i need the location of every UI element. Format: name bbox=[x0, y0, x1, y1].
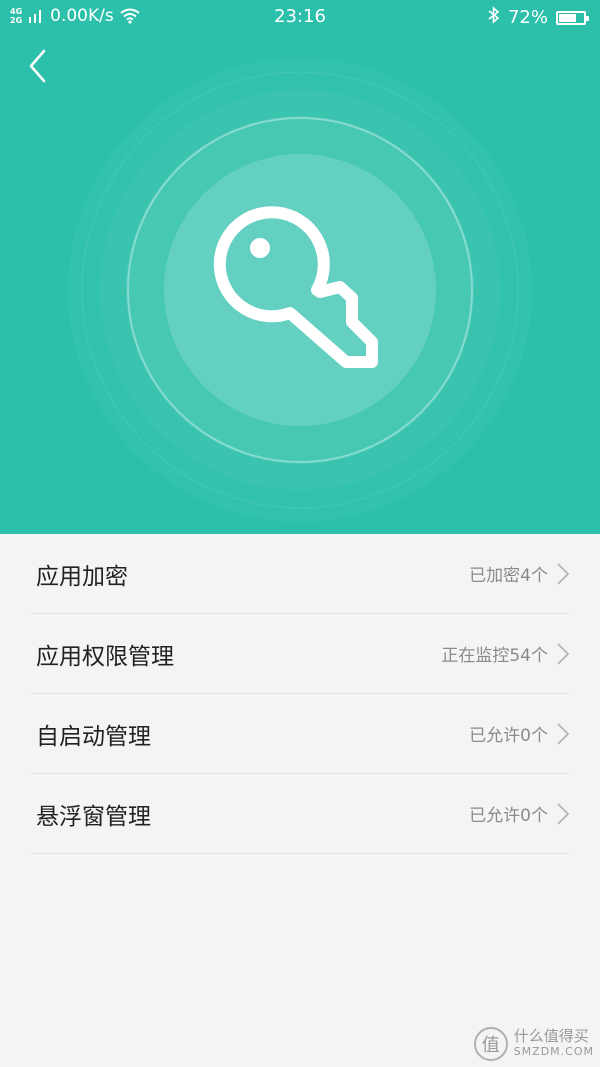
watermark: 值 什么值得买 SMZDM.COM bbox=[473, 1027, 594, 1061]
list-item-app-permissions[interactable]: 应用权限管理 正在监控54个 bbox=[30, 614, 570, 694]
key-icon bbox=[213, 206, 378, 368]
chevron-right-icon bbox=[556, 802, 570, 826]
battery-percent: 72% bbox=[507, 7, 548, 28]
watermark-text: 什么值得买 SMZDM.COM bbox=[514, 1028, 594, 1060]
status-bar: 4G 2G 0.00K/s 23:16 72% bbox=[0, 0, 600, 34]
battery-icon bbox=[556, 10, 589, 25]
status-right: 72% bbox=[488, 6, 589, 29]
item-right: 已允许0个 bbox=[469, 721, 570, 746]
item-right: 正在监控54个 bbox=[441, 641, 570, 666]
watermark-site: SMZDM.COM bbox=[513, 1045, 594, 1058]
item-label: 悬浮窗管理 bbox=[36, 803, 151, 830]
chevron-right-icon bbox=[556, 562, 570, 586]
chevron-left-icon bbox=[29, 49, 46, 83]
item-status: 正在监控54个 bbox=[441, 646, 548, 666]
item-status: 已加密4个 bbox=[469, 566, 548, 586]
header-banner: 4G 2G 0.00K/s 23:16 72% bbox=[0, 0, 600, 534]
chevron-right-icon bbox=[556, 722, 570, 746]
battery-fill bbox=[559, 13, 577, 22]
watermark-logo: 值 bbox=[473, 1027, 508, 1061]
item-status: 已允许0个 bbox=[469, 806, 548, 826]
list-item-floating-window[interactable]: 悬浮窗管理 已允许0个 bbox=[30, 774, 570, 854]
item-right: 已允许0个 bbox=[469, 801, 570, 826]
bluetooth-icon bbox=[488, 6, 500, 29]
item-right: 已加密4个 bbox=[469, 561, 570, 586]
list-item-autostart[interactable]: 自启动管理 已允许0个 bbox=[30, 694, 570, 774]
back-button[interactable] bbox=[22, 46, 58, 86]
item-label: 应用加密 bbox=[36, 563, 128, 590]
list-item-app-encryption[interactable]: 应用加密 已加密4个 bbox=[30, 534, 570, 614]
settings-list: 应用加密 已加密4个 应用权限管理 正在监控54个 自启动管理 已允许0个 悬浮… bbox=[30, 534, 570, 854]
item-status: 已允许0个 bbox=[469, 726, 548, 746]
item-label: 自启动管理 bbox=[36, 723, 151, 750]
watermark-name: 什么值得买 bbox=[513, 1027, 589, 1045]
chevron-right-icon bbox=[556, 642, 570, 666]
item-label: 应用权限管理 bbox=[36, 643, 174, 670]
